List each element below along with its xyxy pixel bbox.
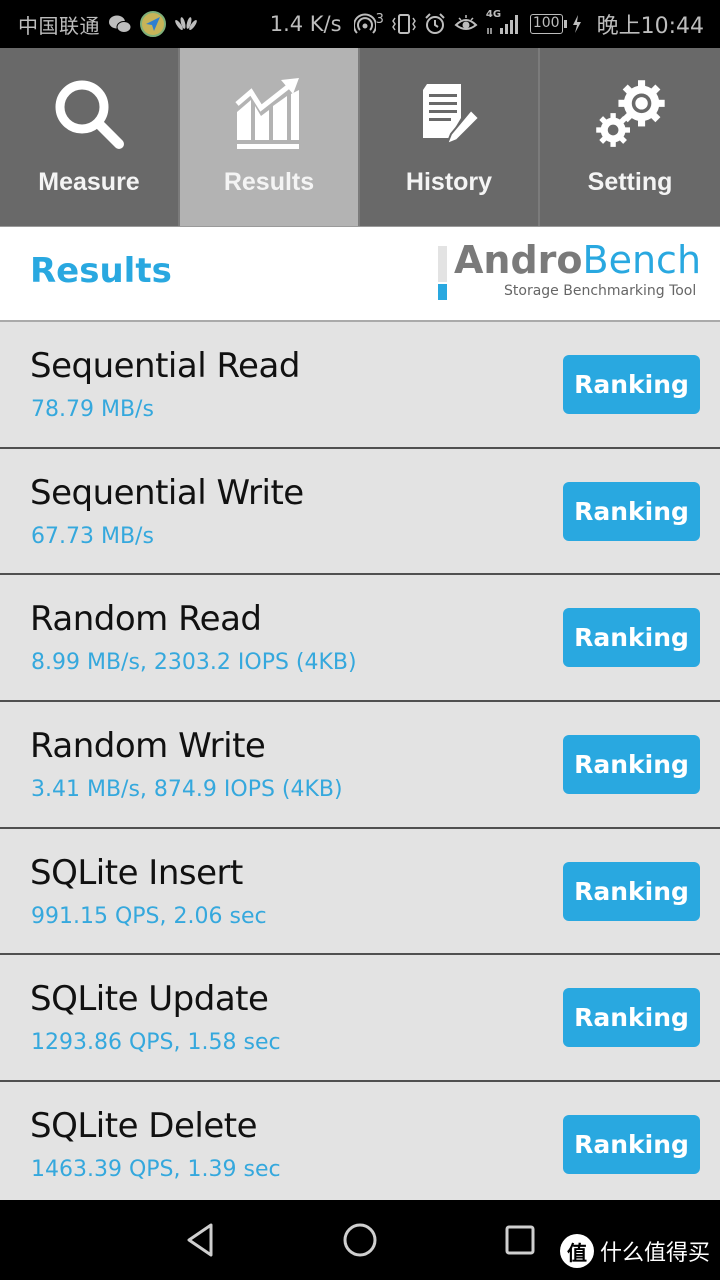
result-row-sqlite-update: SQLite Update 1293.86 QPS, 1.58 sec Rank… — [0, 955, 720, 1083]
tab-label: Results — [223, 168, 315, 196]
result-row-random-read: Random Read 8.99 MB/s, 2303.2 IOPS (4KB)… — [0, 575, 720, 703]
result-title: Sequential Write — [30, 472, 304, 513]
page-title: Results — [30, 251, 172, 291]
logo-name: AndroBench — [454, 238, 701, 282]
carrier-name: 中国联通 — [18, 13, 100, 38]
recents-icon[interactable] — [498, 1218, 542, 1262]
watermark-text: 什么值得买 — [599, 1241, 710, 1266]
navigation-bar: 值 什么值得买 — [0, 1200, 720, 1280]
network-speed: 1.4 K/s — [269, 12, 342, 36]
result-title: Random Read — [30, 599, 262, 640]
eye-comfort-icon — [454, 14, 478, 34]
result-value: 3.41 MB/s, 874.9 IOPS (4KB) — [31, 777, 343, 803]
ranking-button[interactable]: Ranking — [563, 355, 700, 414]
back-icon[interactable] — [178, 1218, 222, 1262]
result-row-sqlite-delete: SQLite Delete 1463.39 QPS, 1.39 sec Rank… — [0, 1082, 720, 1209]
tab-bar: Measure Results History Setting — [0, 48, 720, 226]
home-icon[interactable] — [338, 1218, 382, 1262]
ranking-button[interactable]: Ranking — [563, 735, 700, 795]
result-value: 991.15 QPS, 2.06 sec — [31, 903, 267, 929]
result-row-sequential-write: Sequential Write 67.73 MB/s Ranking — [0, 448, 720, 576]
chart-trend-icon — [229, 74, 309, 154]
ranking-button[interactable]: Ranking — [563, 1115, 700, 1175]
tab-setting[interactable]: Setting — [540, 48, 720, 226]
result-value: 78.79 MB/s — [31, 397, 154, 422]
result-row-sequential-read: Sequential Read 78.79 MB/s Ranking — [0, 322, 720, 449]
watermark: 值 什么值得买 — [559, 1234, 710, 1268]
huawei-icon — [174, 16, 198, 32]
magnifier-icon — [49, 74, 129, 154]
logo-bar-grey — [438, 246, 447, 282]
hotspot-count: 3 — [375, 11, 384, 27]
signal-icon: 4G — [485, 9, 522, 36]
results-list: Sequential Read 78.79 MB/s Ranking Seque… — [0, 322, 720, 1209]
result-value: 67.73 MB/s — [31, 523, 154, 549]
tab-results[interactable]: Results — [180, 48, 360, 226]
results-header: Results AndroBench Storage Benchmarking … — [0, 227, 720, 322]
androbench-logo: AndroBench Storage Benchmarking Tool — [438, 238, 708, 304]
logo-bar-blue — [438, 284, 447, 300]
tab-label: Setting — [587, 168, 673, 196]
tab-label: Measure — [38, 168, 140, 196]
tab-history[interactable]: History — [360, 48, 540, 226]
logo-tagline: Storage Benchmarking Tool — [504, 283, 697, 299]
vibrate-icon — [391, 13, 416, 35]
logo-name-part2: Bench — [582, 238, 702, 282]
result-value: 1463.39 QPS, 1.39 sec — [31, 1157, 281, 1183]
result-row-random-write: Random Write 3.41 MB/s, 874.9 IOPS (4KB)… — [0, 702, 720, 829]
result-title: Sequential Read — [30, 346, 300, 386]
result-title: SQLite Insert — [30, 852, 243, 893]
hotspot-icon: 3 — [353, 11, 384, 35]
wechat-icon — [108, 14, 132, 34]
battery-indicator: 100 — [529, 14, 567, 34]
navigation-app-icon — [140, 11, 166, 37]
charging-icon — [571, 14, 583, 34]
status-bar: 中国联通 1.4 K/s 3 4G 100 晚上10:44 — [0, 0, 720, 48]
ranking-button[interactable]: Ranking — [563, 608, 700, 668]
ranking-button[interactable]: Ranking — [563, 861, 700, 921]
result-title: SQLite Delete — [30, 1106, 258, 1147]
clock: 晚上10:44 — [596, 14, 704, 39]
ranking-button[interactable]: Ranking — [563, 481, 700, 541]
alarm-icon — [424, 13, 446, 35]
result-value: 1293.86 QPS, 1.58 sec — [31, 1030, 281, 1056]
logo-name-part1: Andro — [454, 238, 583, 282]
tab-measure[interactable]: Measure — [0, 48, 180, 226]
result-row-sqlite-insert: SQLite Insert 991.15 QPS, 2.06 sec Ranki… — [0, 828, 720, 956]
watermark-badge: 值 — [559, 1234, 594, 1268]
ranking-button[interactable]: Ranking — [563, 988, 700, 1048]
tab-label: History — [405, 168, 493, 196]
gears-icon — [590, 74, 670, 154]
document-pencil-icon — [409, 74, 489, 154]
result-title: SQLite Update — [30, 979, 269, 1020]
result-title: Random Write — [30, 726, 266, 767]
signal-type: 4G — [485, 9, 502, 20]
result-value: 8.99 MB/s, 2303.2 IOPS (4KB) — [31, 650, 357, 676]
